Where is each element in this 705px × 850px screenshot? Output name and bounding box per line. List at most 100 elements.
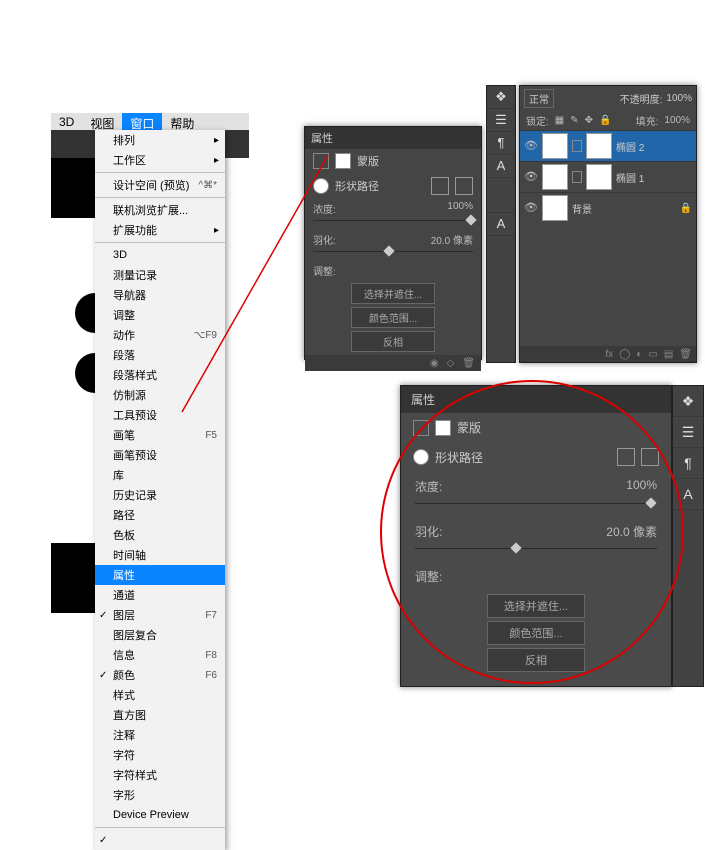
layer-row[interactable]: 👁 背景 🔒 (520, 192, 696, 223)
mask-tab-icon-1[interactable] (313, 153, 329, 169)
menu-paths[interactable]: 路径 (95, 505, 225, 525)
lock-icon[interactable]: ✥ (585, 115, 593, 126)
menu-checked-doc[interactable]: ✓ (95, 830, 225, 850)
density-label: 浓度: (313, 201, 336, 216)
lock-icon: 🔒 (680, 203, 692, 214)
menu-channels[interactable]: 通道 (95, 585, 225, 605)
fill-value[interactable]: 100% (664, 115, 690, 126)
menu-design-space[interactable]: 设计空间 (预览)^⌘* (95, 175, 225, 195)
layer-thumb (542, 133, 568, 159)
menu-info[interactable]: 信息F8 (95, 645, 225, 665)
menu-timeline[interactable]: 时间轴 (95, 545, 225, 565)
visibility-icon[interactable]: 👁 (524, 170, 538, 184)
menu-history[interactable]: 历史记录 (95, 485, 225, 505)
visibility-icon[interactable]: 👁 (524, 201, 538, 215)
window-menu: 排列 工作区 设计空间 (预览)^⌘* 联机浏览扩展... 扩展功能 3D 测量… (95, 130, 225, 850)
fill-label: 填充: (636, 113, 659, 128)
visibility-icon[interactable]: 👁 (524, 139, 538, 153)
menu-histogram[interactable]: 直方图 (95, 705, 225, 725)
layer-row[interactable]: 👁 椭圆 1 (520, 161, 696, 192)
layers-panel: 正常 不透明度: 100% 锁定: ▦ ✎ ✥ 🔒 填充: 100% 👁 椭圆 … (519, 85, 697, 363)
menu-styles[interactable]: 样式 (95, 685, 225, 705)
blend-mode-select[interactable]: 正常 (524, 89, 554, 108)
menu-arrange[interactable]: 排列 (95, 130, 225, 150)
lock-icon[interactable]: ✎ (570, 115, 578, 126)
layer-thumb (542, 164, 568, 190)
strip-icon[interactable]: ❖ (487, 86, 515, 109)
menu-libraries[interactable]: 库 (95, 465, 225, 485)
lock-icon[interactable]: 🔒 (599, 115, 611, 126)
shape-path-icon (313, 178, 329, 194)
menu-adjustments[interactable]: 调整 (95, 305, 225, 325)
shape-path-row: 形状路径 (305, 173, 481, 199)
lock-label: 锁定: (526, 113, 549, 128)
menu-tool-presets[interactable]: 工具预设 (95, 405, 225, 425)
menu-char-styles[interactable]: 字符样式 (95, 765, 225, 785)
new-layer-icon[interactable]: ▤ (664, 349, 673, 360)
menu-actions[interactable]: 动作⌥F9 (95, 325, 225, 345)
shape-path-label: 形状路径 (335, 178, 379, 194)
trash-icon[interactable]: 🗑 (462, 358, 475, 369)
menu-workspace[interactable]: 工作区 (95, 150, 225, 170)
strip-icon[interactable]: A (487, 155, 515, 178)
menu-3d-panel[interactable]: 3D (95, 245, 225, 265)
link-icon[interactable] (572, 171, 582, 183)
density-slider[interactable] (313, 218, 473, 224)
fx-icon[interactable]: fx (605, 349, 613, 360)
density-value: 100% (447, 201, 473, 216)
menu-layer-comps[interactable]: 图层复合 (95, 625, 225, 645)
menu-device-preview[interactable]: Device Preview (95, 805, 225, 825)
menu-brush[interactable]: 画笔F5 (95, 425, 225, 445)
layer-mask-thumb (586, 133, 612, 159)
layer-row[interactable]: 👁 椭圆 2 (520, 130, 696, 161)
opacity-value[interactable]: 100% (666, 93, 692, 104)
adjust-label: 调整: (313, 263, 336, 278)
strip-icon[interactable]: A (487, 213, 515, 236)
trash-icon[interactable]: 🗑 (679, 349, 692, 360)
menu-brush-presets[interactable]: 画笔预设 (95, 445, 225, 465)
layers-footer: fx ◯ ◐ ▭ ▤ 🗑 (520, 346, 696, 362)
menu-measure-log[interactable]: 测量记录 (95, 265, 225, 285)
feather-slider[interactable] (313, 249, 473, 255)
menu-browse-ext[interactable]: 联机浏览扩展... (95, 200, 225, 220)
canvas-area (51, 158, 95, 613)
link-icon[interactable] (572, 140, 582, 152)
properties-title: 属性 (305, 127, 481, 149)
mask-tab-icon-2[interactable] (335, 153, 351, 169)
menu-character[interactable]: 字符 (95, 745, 225, 765)
lock-icon[interactable]: ▦ (555, 115, 564, 126)
mask-icon[interactable]: ◯ (619, 349, 630, 360)
footer-icon[interactable]: ◇ (447, 358, 455, 369)
menu-notes[interactable]: 注释 (95, 725, 225, 745)
menu-glyphs[interactable]: 字形 (95, 785, 225, 805)
color-range-button[interactable]: 颜色范围... (351, 307, 435, 328)
mask-option-2[interactable] (455, 177, 473, 195)
menu-paragraph[interactable]: 段落 (95, 345, 225, 365)
opacity-label: 不透明度: (620, 91, 663, 106)
feather-label: 羽化: (313, 232, 336, 247)
mask-tab-label: 蒙版 (357, 153, 379, 169)
highlight-circle (380, 380, 684, 684)
layer-name: 椭圆 2 (616, 139, 644, 154)
menu-color[interactable]: ✓颜色F6 (95, 665, 225, 685)
folder-icon[interactable]: ▭ (648, 349, 657, 360)
menu-navigator[interactable]: 导航器 (95, 285, 225, 305)
properties-panel: 属性 蒙版 形状路径 浓度:100% 羽化:20.0 像素 调整: 选择并遮住.… (304, 126, 482, 360)
adjust-icon[interactable]: ◐ (636, 349, 642, 360)
footer-icon[interactable]: ◉ (430, 358, 439, 369)
icon-strip: ❖ ☰ ¶ A A (486, 85, 516, 363)
layer-mask-thumb (586, 164, 612, 190)
menu-clone-source[interactable]: 仿制源 (95, 385, 225, 405)
layer-name: 背景 (572, 201, 592, 216)
mask-option-1[interactable] (431, 177, 449, 195)
menu-para-styles[interactable]: 段落样式 (95, 365, 225, 385)
strip-icon[interactable]: ¶ (487, 132, 515, 155)
select-mask-button[interactable]: 选择并遮住... (351, 283, 435, 304)
menu-layers[interactable]: ✓图层F7 (95, 605, 225, 625)
strip-icon[interactable]: ☰ (487, 109, 515, 132)
menu-properties[interactable]: 属性 (95, 565, 225, 585)
menu-swatches[interactable]: 色板 (95, 525, 225, 545)
invert-button[interactable]: 反相 (351, 331, 435, 352)
menu-extensions[interactable]: 扩展功能 (95, 220, 225, 240)
layer-thumb (542, 195, 568, 221)
